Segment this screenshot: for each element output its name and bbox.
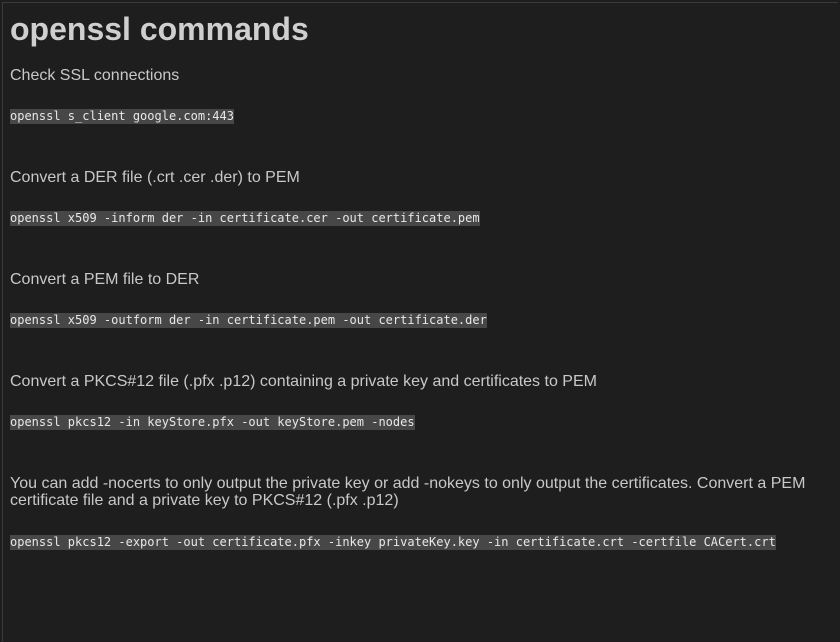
command-code[interactable]: openssl pkcs12 -in keyStore.pfx -out key… bbox=[10, 415, 415, 430]
section-description: Check SSL connections bbox=[10, 67, 180, 84]
document-page: openssl commands Check SSL connections o… bbox=[2, 2, 838, 642]
page-title: openssl commands bbox=[10, 11, 309, 47]
command-code[interactable]: openssl x509 -outform der -in certificat… bbox=[10, 313, 487, 328]
section-description: Convert a DER file (.crt .cer .der) to P… bbox=[10, 169, 300, 186]
command-code[interactable]: openssl pkcs12 -export -out certificate.… bbox=[10, 535, 776, 550]
section-description: Convert a PEM file to DER bbox=[10, 271, 200, 288]
command-code[interactable]: openssl x509 -inform der -in certificate… bbox=[10, 211, 480, 226]
command-code[interactable]: openssl s_client google.com:443 bbox=[10, 109, 234, 124]
section-description: Convert a PKCS#12 file (.pfx .p12) conta… bbox=[10, 373, 597, 390]
section-description: You can add -nocerts to only output the … bbox=[10, 475, 806, 509]
